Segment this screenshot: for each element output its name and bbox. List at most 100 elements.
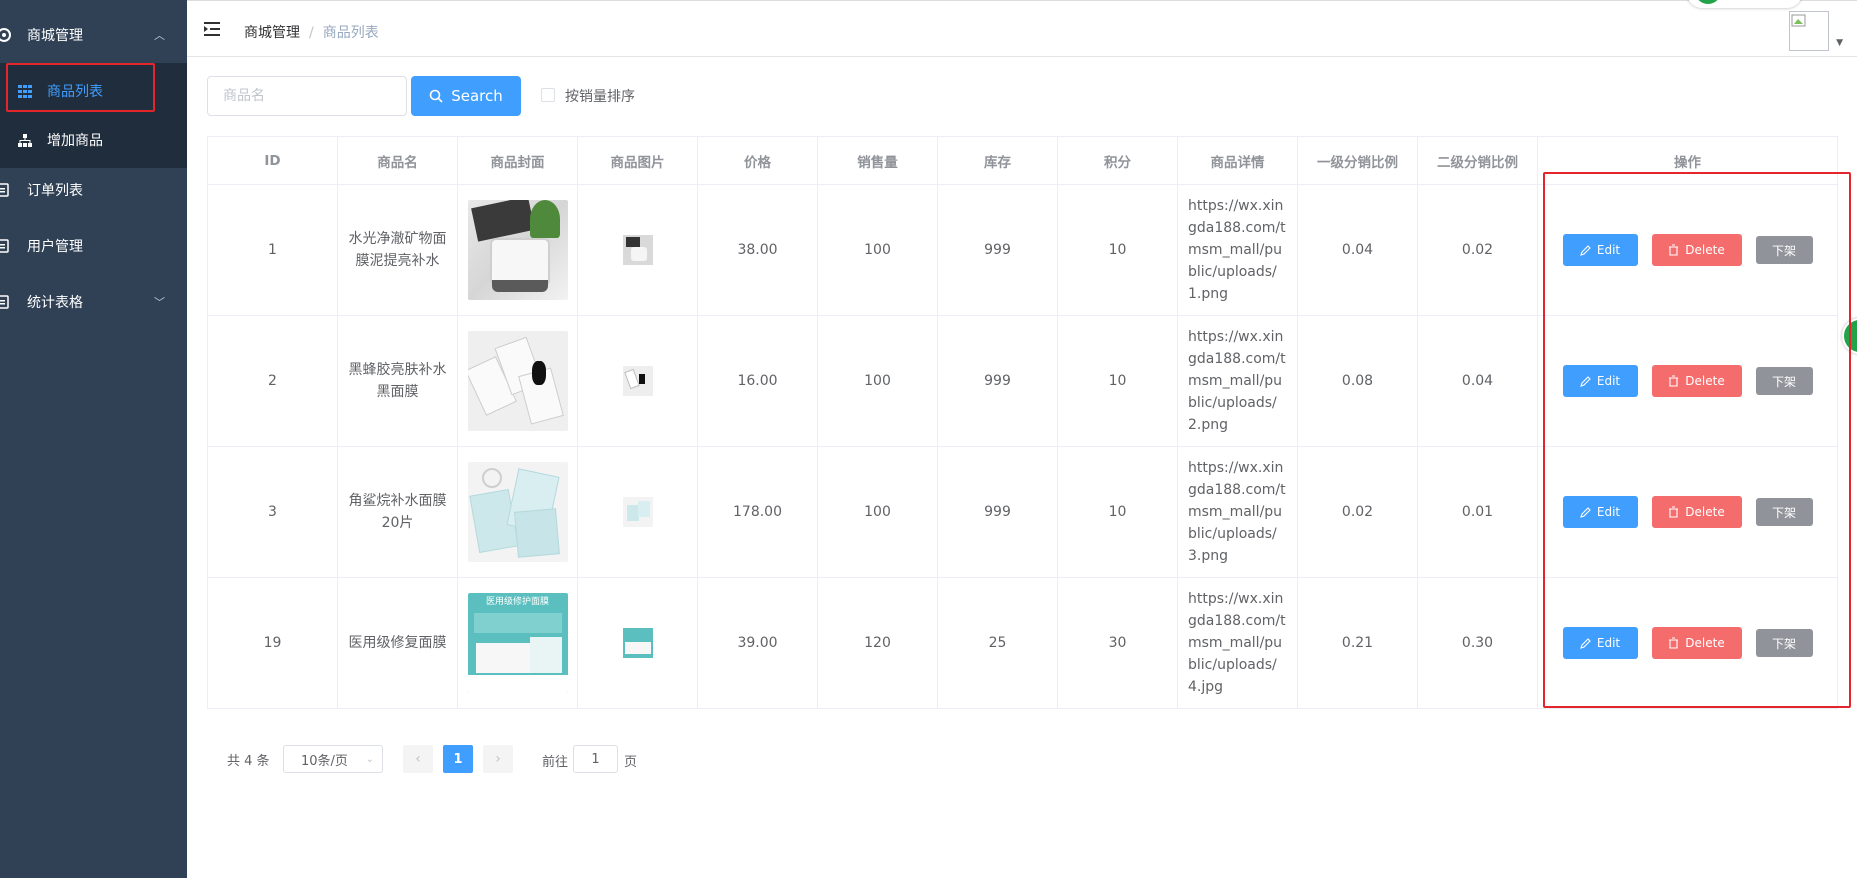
product-cover-image[interactable]: 医用级修护面膜 <box>467 593 568 693</box>
cell-detail: https://wx.xingda188.com/tmsm_mall/publi… <box>1177 577 1298 709</box>
cell-stock: 999 <box>937 315 1058 447</box>
widget-icon <box>1695 0 1721 4</box>
cell-ratio2: 0.30 <box>1417 577 1538 709</box>
product-cover-image[interactable] <box>467 200 568 300</box>
breadcrumb: 商城管理 / 商品列表 <box>244 22 379 42</box>
cell-detail: https://wx.xingda188.com/tmsm_mall/publi… <box>1177 315 1298 447</box>
cell-price: 16.00 <box>697 315 818 447</box>
edit-button[interactable]: Edit <box>1562 627 1638 659</box>
product-cover-image[interactable] <box>467 462 568 562</box>
cell-sales: 100 <box>817 446 938 578</box>
settings-icon <box>0 28 14 42</box>
goto-suffix: 页 <box>624 755 638 770</box>
product-thumbnail[interactable] <box>622 366 653 396</box>
cell-actions: Edit Delete 下架 <box>1537 315 1838 447</box>
menu-order-list[interactable]: 订单列表 <box>0 162 187 218</box>
edit-label: Edit <box>1596 636 1621 650</box>
cell-name: 角鲨烷补水面膜20片 <box>337 446 458 578</box>
menu-label: 用户管理 <box>27 239 83 255</box>
trash-icon <box>1669 506 1679 518</box>
navbar: 商城管理 / 商品列表 ▼ <box>187 0 1857 57</box>
caret-down-icon[interactable]: ▼ <box>1836 38 1843 48</box>
goto-page-input[interactable] <box>573 745 618 773</box>
product-thumbnail[interactable] <box>622 235 653 265</box>
product-table: ID 商品名 商品封面 商品图片 价格 销售量 库存 积分 商品详情 一级分销比… <box>207 136 1838 709</box>
menu-add-product[interactable]: 增加商品 <box>0 112 187 168</box>
cell-stock: 25 <box>937 577 1058 709</box>
delete-button[interactable]: Delete <box>1651 234 1742 266</box>
avatar[interactable] <box>1789 11 1829 51</box>
edit-button[interactable]: Edit <box>1562 234 1638 266</box>
page-number-current[interactable]: 1 <box>443 745 473 773</box>
cell-image <box>577 184 698 316</box>
off-shelf-button[interactable]: 下架 <box>1755 367 1813 395</box>
next-page-button[interactable]: › <box>483 745 513 773</box>
table-row: 3 角鲨烷补水面膜20片 178.00 100 999 10 https://w… <box>207 446 1838 578</box>
page-size-select[interactable]: 10条/页 ⌄ <box>283 745 383 773</box>
floating-side-widget[interactable] <box>1842 318 1857 354</box>
col-header-id: ID <box>207 136 338 185</box>
col-header-sales: 销售量 <box>817 136 938 185</box>
edit-button[interactable]: Edit <box>1562 365 1638 397</box>
chevron-down-icon: ﹀ <box>154 296 165 309</box>
off-shelf-button[interactable]: 下架 <box>1755 629 1813 657</box>
breadcrumb-separator: / <box>309 25 314 41</box>
table-row: 2 黑蜂胶亮肤补水黑面膜 16.00 100 999 10 https://wx… <box>207 315 1838 447</box>
cell-detail: https://wx.xingda188.com/tmsm_mall/publi… <box>1177 446 1298 578</box>
table-row: 19 医用级修复面膜 医用级修护面膜 39.00 120 25 30 https… <box>207 577 1838 709</box>
col-header-detail: 商品详情 <box>1177 136 1298 185</box>
col-header-price: 价格 <box>697 136 818 185</box>
sidebar: 商城管理 ︿ 商品列表 增加商品 订单列表 用户管理 统计表格 ﹀ <box>0 0 187 878</box>
chevron-down-icon: ⌄ <box>365 753 374 765</box>
search-input[interactable] <box>207 76 407 116</box>
floating-widget[interactable] <box>1687 0 1802 8</box>
cell-cover: 医用级修护面膜 <box>457 577 578 709</box>
menu-product-list[interactable]: 商品列表 <box>0 63 187 119</box>
document-icon <box>0 239 14 253</box>
delete-label: Delete <box>1685 505 1725 519</box>
sort-by-sales-label[interactable]: 按销量排序 <box>565 86 635 106</box>
cell-id: 3 <box>207 446 338 578</box>
col-header-stock: 库存 <box>937 136 1058 185</box>
cell-points: 10 <box>1057 315 1178 447</box>
breadcrumb-item[interactable]: 商城管理 <box>244 25 300 41</box>
menu-mall-management[interactable]: 商城管理 ︿ <box>0 7 187 63</box>
edit-icon <box>1580 244 1591 256</box>
cell-image <box>577 446 698 578</box>
prev-page-button[interactable]: ‹ <box>403 745 433 773</box>
cell-price: 178.00 <box>697 446 818 578</box>
edit-button[interactable]: Edit <box>1562 496 1638 528</box>
cell-price: 39.00 <box>697 577 818 709</box>
cell-ratio1: 0.21 <box>1297 577 1418 709</box>
hamburger-icon[interactable] <box>204 22 220 36</box>
document-icon <box>0 295 14 309</box>
table-header-row: ID 商品名 商品封面 商品图片 价格 销售量 库存 积分 商品详情 一级分销比… <box>207 136 1838 185</box>
cell-id: 19 <box>207 577 338 709</box>
chevron-right-icon: › <box>495 751 501 767</box>
edit-icon <box>1580 375 1591 387</box>
cell-ratio1: 0.08 <box>1297 315 1418 447</box>
product-cover-image[interactable] <box>467 331 568 431</box>
delete-button[interactable]: Delete <box>1651 365 1742 397</box>
search-button[interactable]: Search <box>411 76 521 116</box>
cell-stock: 999 <box>937 184 1058 316</box>
cell-ratio2: 0.01 <box>1417 446 1538 578</box>
delete-button[interactable]: Delete <box>1651 627 1742 659</box>
col-header-cover: 商品封面 <box>457 136 578 185</box>
menu-label: 增加商品 <box>47 133 103 149</box>
product-thumbnail[interactable] <box>622 628 653 658</box>
sitemap-icon <box>18 133 32 147</box>
product-thumbnail[interactable] <box>622 497 653 527</box>
delete-button[interactable]: Delete <box>1651 496 1742 528</box>
col-header-name: 商品名 <box>337 136 458 185</box>
menu-statistics[interactable]: 统计表格 ﹀ <box>0 274 187 330</box>
menu-user-management[interactable]: 用户管理 <box>0 218 187 274</box>
page-size-value: 10条/页 <box>301 753 348 769</box>
off-shelf-button[interactable]: 下架 <box>1755 236 1813 264</box>
cell-ratio2: 0.04 <box>1417 315 1538 447</box>
cell-sales: 120 <box>817 577 938 709</box>
off-shelf-button[interactable]: 下架 <box>1755 498 1813 526</box>
menu-label: 商城管理 <box>27 28 83 44</box>
sort-by-sales-checkbox[interactable] <box>541 88 555 102</box>
cell-actions: Edit Delete 下架 <box>1537 184 1838 316</box>
